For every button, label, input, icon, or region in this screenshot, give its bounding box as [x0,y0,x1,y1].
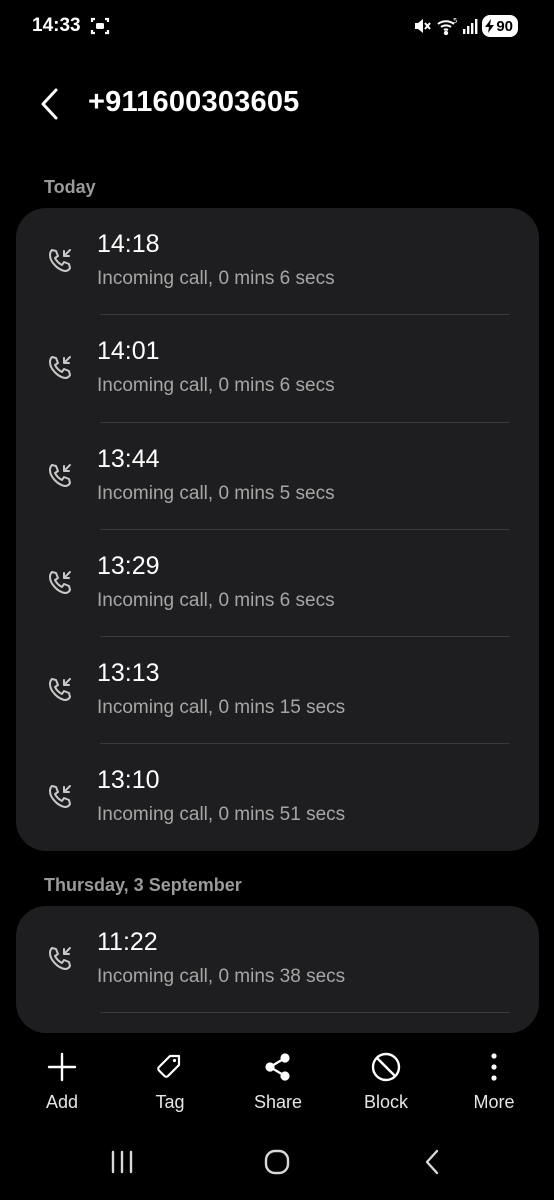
back-icon [425,1149,439,1175]
more-vertical-icon [477,1050,511,1084]
header: +911600303605 [0,72,554,136]
call-list-card-today: 14:18 Incoming call, 0 mins 6 secs 14:01… [16,208,539,851]
incoming-call-icon [46,246,74,274]
call-log-item[interactable]: 13:44 Incoming call, 0 mins 5 secs [16,423,539,530]
call-list-card-thursday: 11:22 Incoming call, 0 mins 38 secs [16,906,539,1033]
bottom-action-bar: Add Tag Share Block More [0,1044,554,1124]
tag-icon [153,1050,187,1084]
signal-icon [462,17,478,35]
call-log-item[interactable]: 13:10 Incoming call, 0 mins 51 secs [16,744,539,851]
divider [100,1012,509,1014]
status-time: 14:33 [32,15,81,36]
nav-back-button[interactable] [402,1144,462,1180]
page-title: +911600303605 [88,86,300,118]
mute-icon [412,16,432,36]
more-button[interactable]: More [440,1044,548,1124]
chevron-left-icon [41,88,58,120]
call-description: Incoming call, 0 mins 6 secs [97,375,335,397]
back-button[interactable] [30,82,70,126]
incoming-call-icon [46,353,74,381]
svg-text:5: 5 [453,17,457,25]
call-description: Incoming call, 0 mins 15 secs [97,697,346,719]
incoming-call-icon [46,944,74,972]
call-time: 13:13 [97,659,160,688]
call-time: 14:18 [97,230,160,258]
share-icon [261,1050,295,1084]
block-icon [369,1050,403,1084]
call-description: Incoming call, 0 mins 6 secs [97,268,335,289]
recent-apps-button[interactable] [92,1144,152,1180]
incoming-call-icon [46,675,74,703]
recent-apps-icon [111,1150,133,1174]
call-description: Incoming call, 0 mins 6 secs [97,589,335,611]
wifi-icon: 5 [436,16,458,36]
home-button[interactable] [247,1144,307,1180]
block-button[interactable]: Block [332,1044,440,1124]
call-time: 13:29 [97,551,160,580]
add-label: Add [45,1092,79,1112]
call-log-item[interactable]: 14:18 Incoming call, 0 mins 6 secs [16,208,539,316]
plus-icon [45,1050,79,1084]
call-description: Incoming call, 0 mins 5 secs [97,482,335,504]
section-label-thursday: Thursday, 3 September [44,875,242,895]
incoming-call-icon [46,461,74,489]
call-description: Incoming call, 0 mins 51 secs [97,804,346,826]
block-label: Block [363,1092,408,1112]
home-icon [264,1149,290,1175]
screenshot-icon [90,16,110,36]
section-label-today: Today [44,177,96,197]
share-button[interactable]: Share [224,1044,332,1124]
battery-indicator: 90 [482,15,518,37]
incoming-call-icon [46,568,74,596]
incoming-call-icon [46,782,74,810]
add-button[interactable]: Add [8,1044,116,1124]
tag-label: Tag [155,1092,185,1112]
call-log-item[interactable]: 11:22 Incoming call, 0 mins 38 secs [16,906,539,1014]
system-navigation-bar [0,1130,554,1194]
call-log-item[interactable]: 14:01 Incoming call, 0 mins 6 secs [16,315,539,423]
call-time: 13:44 [97,444,160,473]
call-time: 11:22 [97,928,158,956]
share-label: Share [253,1092,303,1112]
more-label: More [473,1092,515,1112]
battery-charging-icon [485,19,495,33]
tag-button[interactable]: Tag [116,1044,224,1124]
call-log-item[interactable]: 13:13 Incoming call, 0 mins 15 secs [16,637,539,745]
call-log-item[interactable]: 13:29 Incoming call, 0 mins 6 secs [16,530,539,638]
battery-level: 90 [496,17,513,35]
call-description: Incoming call, 0 mins 38 secs [97,966,346,987]
call-time: 13:10 [97,766,160,795]
status-bar: 14:33 5 90 [0,0,554,56]
call-time: 14:01 [97,337,160,366]
